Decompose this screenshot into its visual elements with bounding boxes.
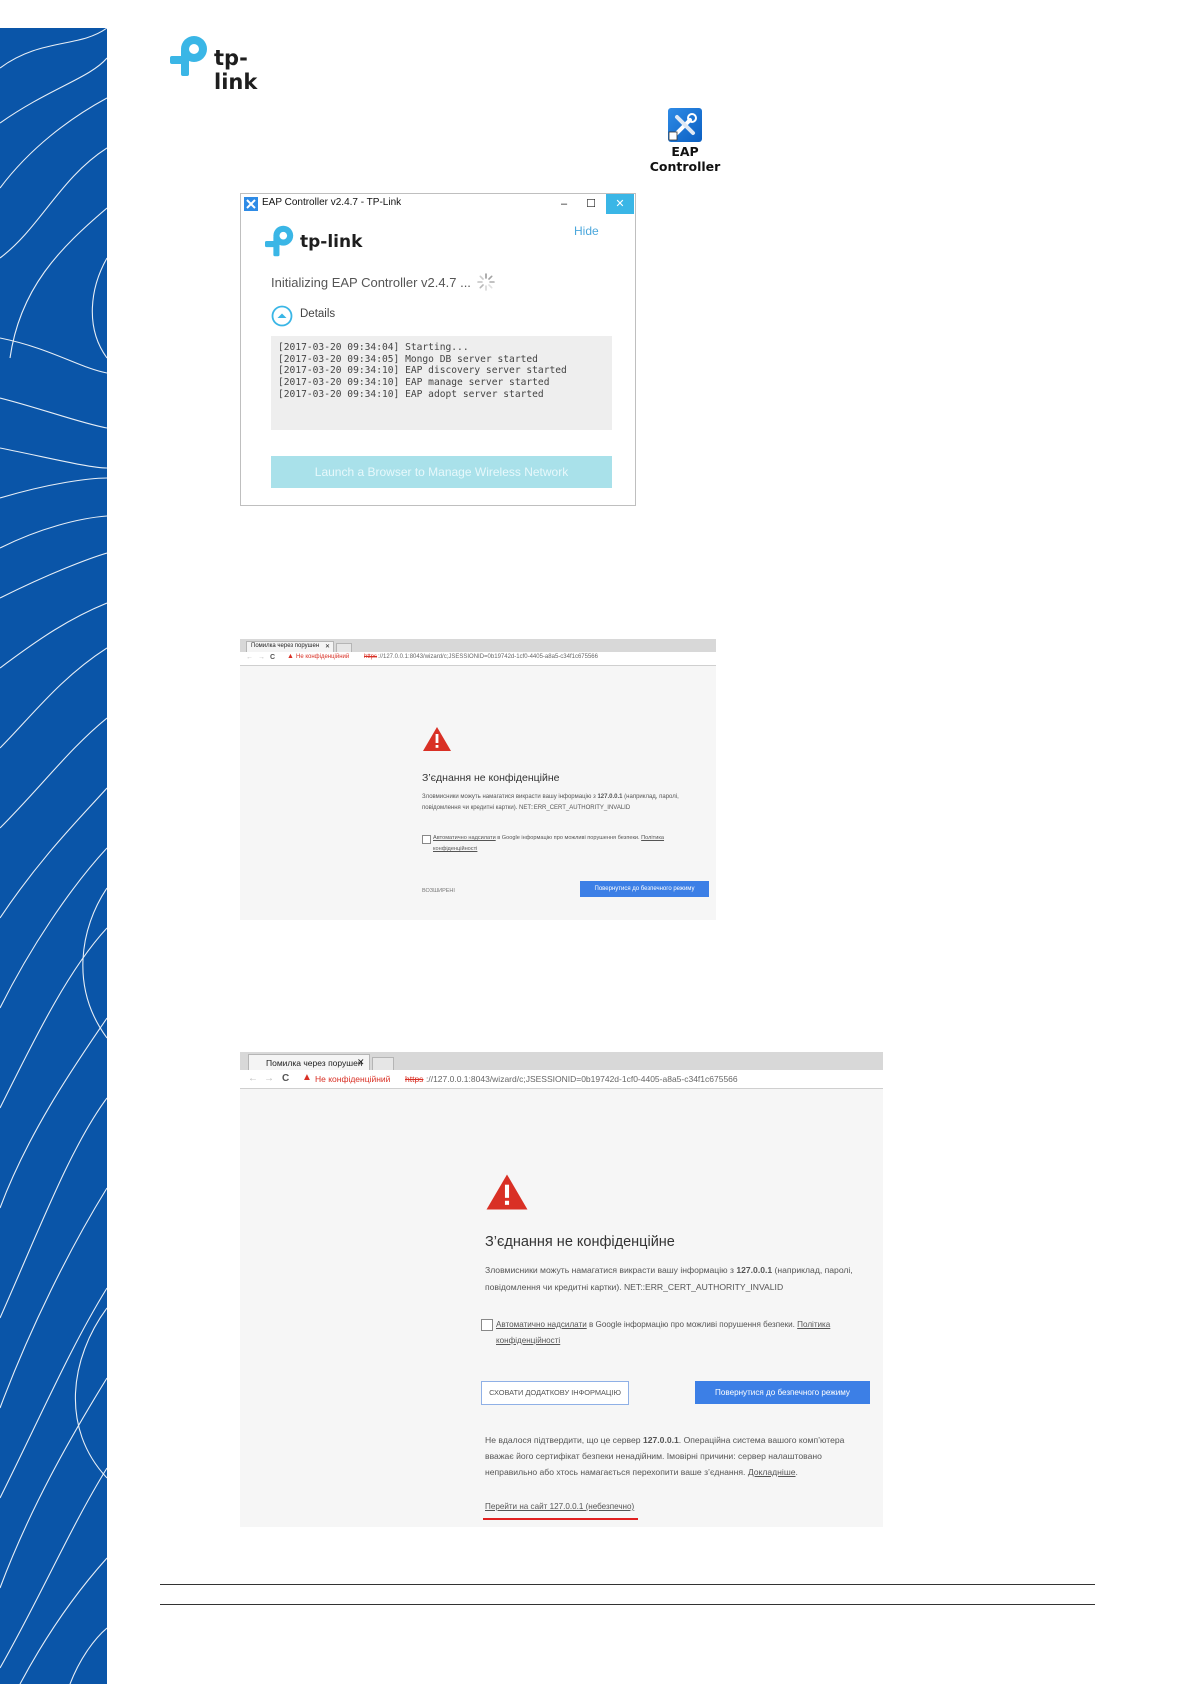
auto-send-link[interactable]: Автоматично надсилати xyxy=(496,1320,587,1329)
log-output: [2017-03-20 09:34:04] Starting... [2017-… xyxy=(271,336,612,430)
footer-divider xyxy=(160,1604,1095,1605)
error-host: 127.0.0.1 xyxy=(597,794,623,800)
address-bar[interactable]: ← → C ▲ Не конфіденційний https ://127.0… xyxy=(240,652,716,666)
url-scheme: https xyxy=(405,1074,424,1084)
tab-close-icon[interactable]: ✕ xyxy=(325,643,330,650)
logo-wordmark: tp-link xyxy=(214,46,258,94)
tab-title: Помилка через порушен xyxy=(251,643,320,649)
warning-icon: ▲ xyxy=(302,1072,312,1083)
eap-controller-window: EAP Controller v2.4.7 - TP-Link – ☐ ✕ tp… xyxy=(240,193,636,506)
highlight-underline xyxy=(483,1518,638,1520)
report-checkbox[interactable] xyxy=(422,835,431,844)
report-description: в Google інформацію про можливі порушенн… xyxy=(495,835,642,841)
reload-icon[interactable]: C xyxy=(282,1073,289,1084)
error-text: Зловмисники можуть намагатися викрасти в… xyxy=(422,794,598,800)
tab-title: Помилка через порушен xyxy=(266,1058,363,1068)
minimize-button[interactable]: – xyxy=(551,194,577,214)
details-toggle[interactable]: Details xyxy=(271,305,335,332)
tab-strip: Помилка через порушен ✕ xyxy=(240,639,716,653)
back-to-safety-button[interactable]: Повернутися до безпечного режиму xyxy=(580,881,709,897)
status-text: Initializing EAP Controller v2.4.7 ... xyxy=(271,275,471,290)
details-label: Details xyxy=(300,308,336,320)
footer-divider xyxy=(160,1584,1095,1585)
log-line: [2017-03-20 09:34:10] EAP discovery serv… xyxy=(278,365,567,377)
back-icon[interactable]: ← xyxy=(246,654,253,661)
url-text: ://127.0.0.1:8043/wizard/c;JSESSIONID=0b… xyxy=(378,654,598,660)
back-icon[interactable]: ← xyxy=(248,1073,258,1084)
log-line: [2017-03-20 09:34:10] EAP manage server … xyxy=(278,377,550,389)
report-text: Автоматично надсилати в Google інформаці… xyxy=(433,833,708,855)
proceed-unsafe-link[interactable]: Перейти на сайт 127.0.0.1 (небезпечно) xyxy=(485,1502,634,1511)
forward-icon[interactable]: → xyxy=(258,654,265,661)
learn-more-link[interactable]: Докладніше xyxy=(748,1467,796,1477)
tab-strip: Помилка через порушен ✕ xyxy=(240,1052,883,1071)
wrench-screwdriver-icon xyxy=(668,108,702,142)
window-titlebar[interactable]: EAP Controller v2.4.7 - TP-Link – ☐ ✕ xyxy=(241,194,635,214)
not-secure-label: Не конфіденційний xyxy=(296,654,350,660)
forward-icon[interactable]: → xyxy=(264,1073,274,1084)
reload-icon[interactable]: C xyxy=(270,654,275,661)
report-text: Автоматично надсилати в Google інформаці… xyxy=(496,1317,871,1349)
auto-send-link[interactable]: Автоматично надсилати xyxy=(433,835,496,841)
loading-spinner-icon xyxy=(477,273,495,291)
warning-icon: ▲ xyxy=(287,653,294,660)
advanced-link[interactable]: ВОЗШИРЕНІ xyxy=(422,888,455,894)
hide-link[interactable]: Hide xyxy=(574,224,599,238)
details-text: Не вдалося підтвердити, що це сервер xyxy=(485,1435,643,1445)
app-icon xyxy=(244,197,258,211)
log-line: [2017-03-20 09:34:04] Starting... xyxy=(278,342,469,353)
error-text: Зловмисники можуть намагатися викрасти в… xyxy=(485,1265,737,1275)
tp-link-logo-mark-icon xyxy=(170,36,207,76)
details-paragraph: Не вдалося підтвердити, що це сервер 127… xyxy=(485,1432,870,1480)
new-tab-button[interactable] xyxy=(372,1057,394,1071)
report-checkbox[interactable] xyxy=(481,1319,493,1331)
hide-details-button[interactable]: СХОВАТИ ДОДАТКОВУ ІНФОРМАЦІЮ xyxy=(481,1381,629,1405)
eap-controller-desktop-shortcut[interactable]: EAP Controller xyxy=(640,108,730,174)
error-host: 127.0.0.1 xyxy=(736,1265,773,1275)
warning-triangle-icon xyxy=(486,1174,528,1210)
browser-screenshot-large: Помилка через порушен ✕ ← → C ▲ Не конфі… xyxy=(240,1052,883,1527)
browser-tab[interactable]: Помилка через порушен ✕ xyxy=(248,1054,370,1071)
details-period: . xyxy=(795,1467,798,1477)
browser-screenshot-small: Помилка через порушен ✕ ← → C ▲ Не конфі… xyxy=(240,639,716,920)
error-description: Зловмисники можуть намагатися викрасти в… xyxy=(422,792,707,814)
warning-triangle-icon xyxy=(423,727,451,751)
logo-wordmark: tp-link xyxy=(300,232,363,252)
error-description: Зловмисники можуть намагатися викрасти в… xyxy=(485,1262,870,1296)
error-heading: З’єднання не конфіденційне xyxy=(485,1234,675,1250)
address-bar[interactable]: ← → C ▲ Не конфіденційний https ://127.0… xyxy=(240,1070,883,1089)
tp-link-logo: tp-link xyxy=(170,34,290,94)
url-scheme: https xyxy=(364,654,378,660)
error-heading: З’єднання не конфіденційне xyxy=(422,772,560,784)
maximize-button[interactable]: ☐ xyxy=(578,194,604,214)
url-text: ://127.0.0.1:8043/wizard/c;JSESSIONID=0b… xyxy=(426,1074,738,1084)
details-host: 127.0.0.1 xyxy=(642,1435,679,1445)
not-secure-label: Не конфіденційний xyxy=(315,1074,391,1084)
close-button[interactable]: ✕ xyxy=(606,194,634,214)
window-title: EAP Controller v2.4.7 - TP-Link xyxy=(262,197,402,208)
log-line: [2017-03-20 09:34:05] Mongo DB server st… xyxy=(278,353,538,365)
tp-link-logo-mark-icon xyxy=(265,225,294,257)
chevron-up-circle-icon xyxy=(271,305,293,327)
log-line: [2017-03-20 09:34:10] EAP adopt server s… xyxy=(278,388,544,400)
decorative-side-band xyxy=(0,28,107,1684)
launch-browser-button[interactable]: Launch a Browser to Manage Wireless Netw… xyxy=(271,456,612,488)
tab-close-icon[interactable]: ✕ xyxy=(357,1057,365,1068)
desktop-shortcut-label: EAP Controller xyxy=(649,144,721,174)
report-description: в Google інформацію про можливі порушенн… xyxy=(586,1320,798,1329)
back-to-safety-button[interactable]: Повернутися до безпечного режиму xyxy=(695,1381,870,1404)
